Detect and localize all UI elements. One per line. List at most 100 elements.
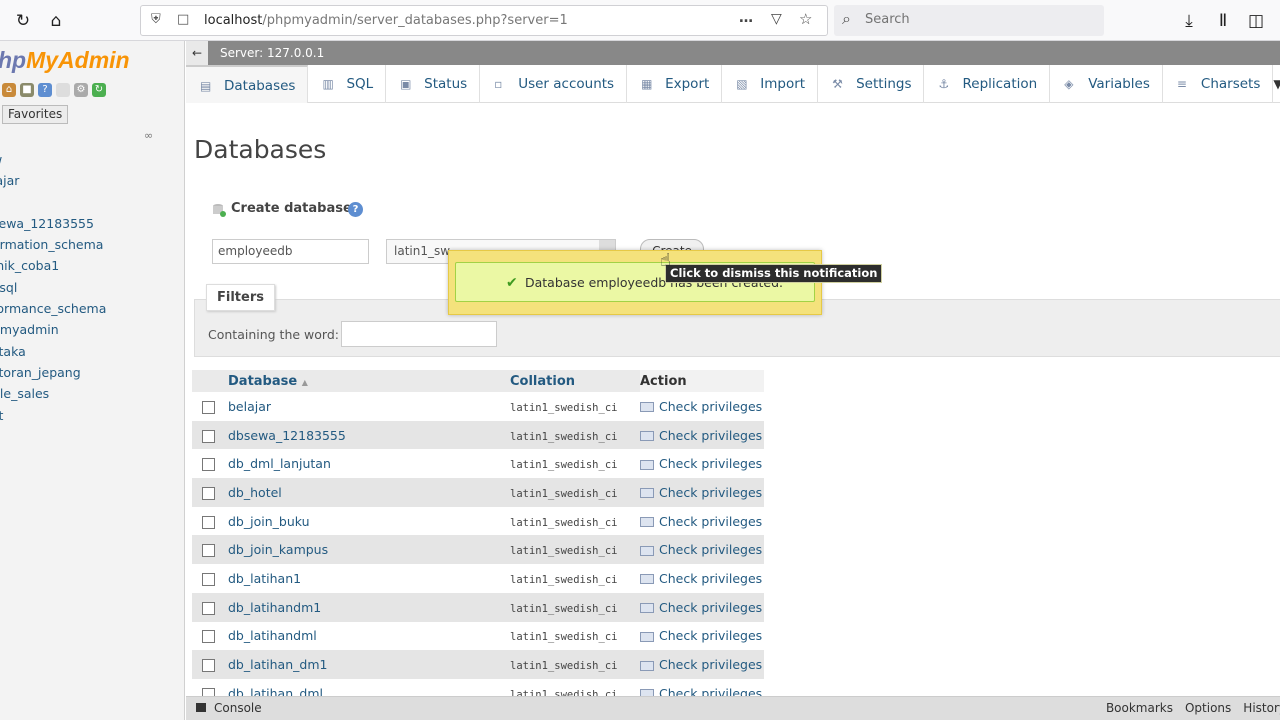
console-options: Bookmarks Options History — [1106, 697, 1280, 720]
home-icon[interactable]: ⌂ — [2, 83, 16, 97]
table-row: db_latihan_dm1 latin1_swedish_ci Check pri… — [192, 650, 764, 679]
tree-item[interactable]: ysql — [0, 277, 106, 298]
charsets-icon: ≡ — [1176, 77, 1187, 91]
page-actions-icon[interactable]: … — [739, 10, 753, 26]
tab-sql[interactable]: ▥ SQL — [308, 65, 387, 103]
browser-search[interactable]: ⌕ Search — [834, 5, 1104, 36]
more-tabs-icon[interactable]: ▼ — [1273, 65, 1280, 102]
help-icon[interactable]: ? — [38, 83, 52, 97]
home-icon[interactable]: ⌂ — [45, 10, 67, 32]
console-options-link[interactable]: Options — [1185, 697, 1231, 720]
tree-item[interactable]: staka — [0, 341, 106, 362]
link-icon[interactable]: ∞ — [144, 129, 153, 142]
tree-item[interactable]: ple_sales — [0, 383, 106, 404]
row-checkbox[interactable] — [202, 429, 215, 443]
database-link[interactable]: db_hotel — [228, 485, 282, 500]
tree-item[interactable]: lajar — [0, 170, 106, 191]
tree-item[interactable]: w — [0, 149, 106, 170]
tab-replication[interactable]: ⚓ Replication — [924, 65, 1051, 103]
console-history[interactable]: History — [1243, 697, 1280, 720]
reload-icon[interactable]: ↻ — [12, 10, 34, 32]
check-privileges-link[interactable]: Check privileges — [640, 600, 762, 615]
library-icon[interactable]: Ⅱ — [1212, 10, 1234, 32]
settings-icon[interactable]: ⚙ — [74, 83, 88, 97]
row-checkbox[interactable] — [202, 486, 215, 500]
header-checkbox-col — [192, 370, 228, 392]
database-link[interactable]: db_latihan1 — [228, 571, 301, 586]
row-checkbox[interactable] — [202, 458, 215, 472]
check-privileges-link[interactable]: Check privileges — [640, 628, 762, 643]
row-checkbox-cell — [192, 650, 228, 679]
tree-item[interactable]: pmyadmin — [0, 319, 106, 340]
row-checkbox[interactable] — [202, 659, 215, 673]
row-checkbox[interactable] — [202, 400, 215, 414]
check-privileges-link[interactable]: Check privileges — [640, 485, 762, 500]
check-privileges-link[interactable]: Check privileges — [640, 514, 762, 529]
console-bookmarks[interactable]: Bookmarks — [1106, 697, 1173, 720]
database-link[interactable]: dbsewa_12183555 — [228, 428, 346, 443]
phpmyadmin-logo[interactable]: hpMyAdmin — [0, 47, 130, 74]
database-link[interactable]: db_join_kampus — [228, 542, 328, 557]
database-link[interactable]: db_latihan_dm1 — [228, 657, 327, 672]
collation-value: latin1_swedish_ci — [510, 573, 618, 586]
header-database[interactable]: Database ▲ — [228, 370, 510, 392]
action-cell: Check privileges — [640, 650, 764, 679]
address-bar[interactable]: ⛨ □ localhost/phpmyadmin/server_database… — [140, 5, 828, 36]
logout-icon[interactable]: ■ — [20, 83, 34, 97]
pocket-icon[interactable]: ▽ — [771, 11, 782, 27]
row-checkbox[interactable] — [202, 544, 215, 558]
dismiss-tooltip: Click to dismiss this notification — [665, 264, 883, 283]
favorites-tab[interactable]: Favorites — [2, 105, 69, 124]
shield-icon[interactable]: ⛨ — [151, 12, 161, 27]
tab-variables[interactable]: ◈ Variables — [1050, 65, 1163, 103]
filter-input[interactable] — [341, 321, 497, 347]
table-row: db_latihandm1 latin1_swedish_ci Check priv… — [192, 592, 764, 622]
tab-databases[interactable]: ▤ Databases — [186, 65, 309, 103]
tree-item[interactable]: mik_coba1 — [0, 255, 106, 276]
check-privileges-link[interactable]: Check privileges — [640, 542, 762, 557]
tab-charsets[interactable]: ≡ Charsets — [1163, 65, 1274, 103]
database-link[interactable]: db_latihandm1 — [228, 600, 321, 615]
check-privileges-link[interactable]: Check privileges — [640, 428, 762, 443]
page-info-icon[interactable]: □ — [177, 12, 189, 27]
bookmark-star-icon[interactable]: ☆ — [799, 10, 812, 28]
tree-item[interactable]: formance_schema — [0, 298, 106, 319]
check-privileges-link[interactable]: Check privileges — [640, 657, 762, 672]
collation-cell: latin1_swedish_ci — [510, 449, 640, 479]
row-checkbox[interactable] — [202, 630, 215, 644]
search-icon: ⌕ — [842, 9, 851, 28]
tree-item[interactable] — [0, 192, 106, 213]
tab-import[interactable]: ▧ Import — [722, 65, 819, 103]
header-collation[interactable]: Collation — [510, 370, 640, 392]
sidebar-toggle-icon[interactable]: ◫ — [1245, 10, 1267, 32]
tab-settings[interactable]: ⚒ Settings — [818, 65, 925, 103]
docs-icon[interactable] — [56, 83, 70, 97]
tree-item[interactable]: ormation_schema — [0, 234, 106, 255]
database-link[interactable]: db_join_buku — [228, 514, 310, 529]
database-link[interactable]: db_dml_lanjutan — [228, 456, 331, 471]
check-privileges-link[interactable]: Check privileges — [640, 456, 762, 471]
tab-status[interactable]: ▣ Status — [386, 65, 481, 103]
server-link[interactable]: Server: 127.0.0.1 — [220, 41, 324, 65]
database-link[interactable]: db_latihandml — [228, 628, 317, 643]
collapse-nav-icon[interactable]: ← — [186, 41, 208, 65]
database-name-input[interactable]: employeedb — [212, 239, 369, 264]
row-checkbox[interactable] — [202, 572, 215, 586]
console-toggle[interactable]: Console — [196, 697, 262, 720]
database-link[interactable]: belajar — [228, 399, 271, 414]
reload-nav-icon[interactable]: ↻ — [92, 83, 106, 97]
privileges-icon — [640, 545, 654, 556]
row-checkbox[interactable] — [202, 601, 215, 615]
tree-item[interactable]: sewa_12183555 — [0, 213, 106, 234]
url-text[interactable]: localhost/phpmyadmin/server_databases.ph… — [204, 13, 568, 28]
tree-item[interactable]: storan_jepang — [0, 362, 106, 383]
row-checkbox[interactable] — [202, 515, 215, 529]
check-privileges-link[interactable]: Check privileges — [640, 399, 762, 414]
privileges-icon — [640, 603, 654, 614]
tab-user-accounts[interactable]: ▫ User accounts — [480, 65, 628, 103]
tree-item[interactable]: st — [0, 405, 106, 426]
help-icon[interactable]: ? — [348, 202, 363, 217]
check-privileges-link[interactable]: Check privileges — [640, 571, 762, 586]
downloads-icon[interactable]: ⤓ — [1178, 10, 1200, 32]
tab-export[interactable]: ▦ Export — [627, 65, 723, 103]
